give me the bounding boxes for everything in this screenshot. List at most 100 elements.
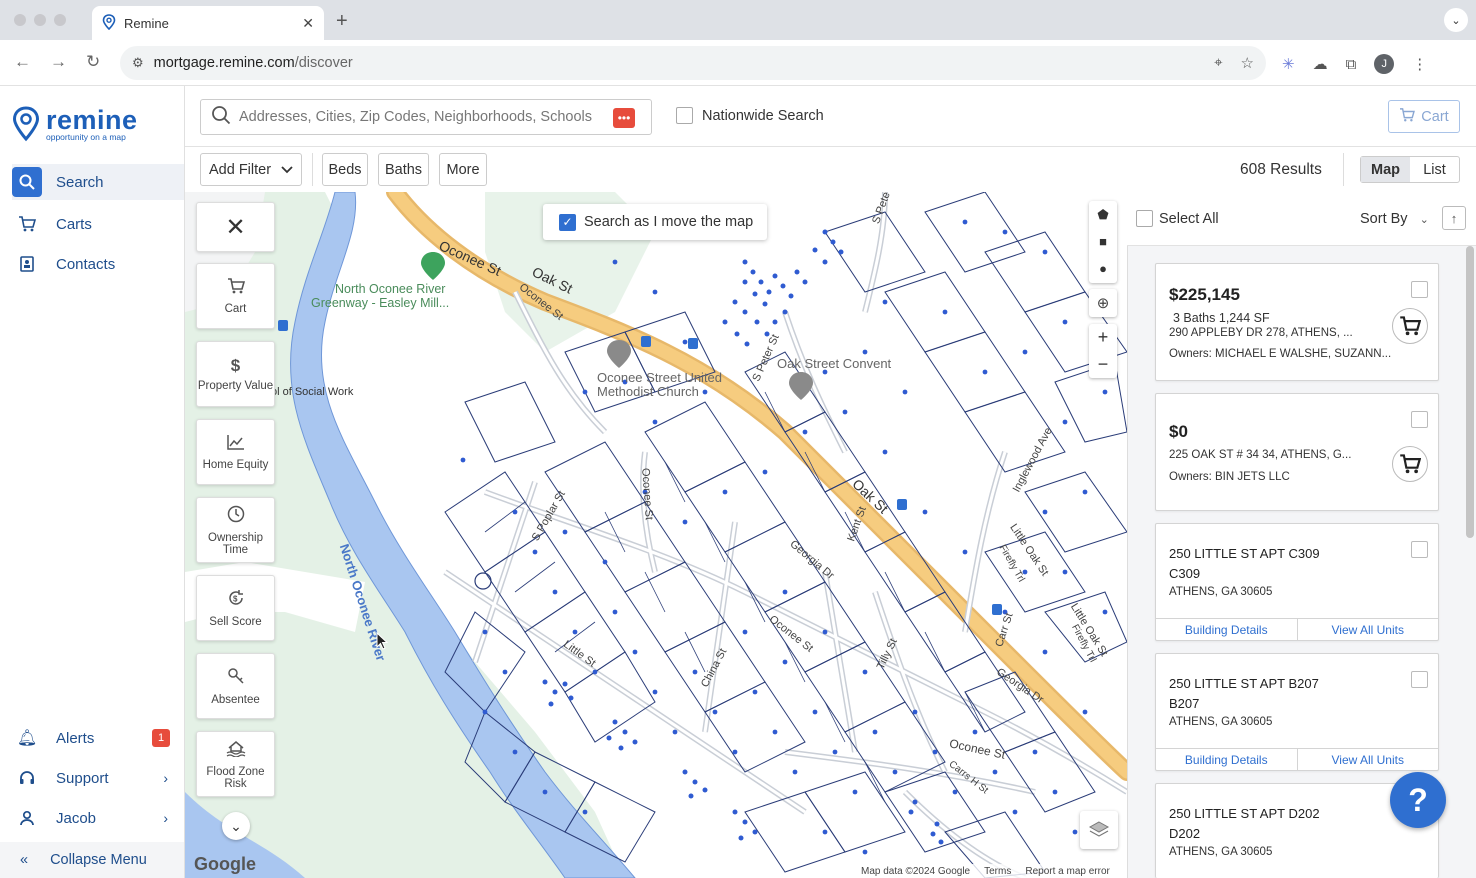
sidebar-item-support[interactable]: Support › — [12, 760, 184, 796]
window-minimize-dot[interactable] — [34, 14, 46, 26]
add-to-cart-button[interactable] — [1392, 446, 1428, 482]
select-all-toggle[interactable]: Select All — [1136, 210, 1219, 227]
report-error-link[interactable]: Report a map error — [1025, 866, 1109, 877]
property-address: 250 LITTLE ST APT C309 — [1169, 546, 1320, 561]
sort-by-dropdown[interactable]: Sort By ⌄ — [1360, 211, 1429, 227]
property-card[interactable]: 250 LITTLE ST APT C309 C309 ATHENS, GA 3… — [1155, 523, 1439, 641]
back-icon[interactable]: ← — [14, 52, 31, 72]
locate-me-icon[interactable]: ⊕ — [1089, 289, 1117, 317]
mouse-cursor-icon — [376, 632, 389, 650]
nationwide-search-toggle[interactable]: Nationwide Search — [676, 107, 824, 124]
tool-flood-zone-risk[interactable]: Flood Zone Risk — [196, 731, 275, 797]
draw-polygon-icon[interactable]: ⬟ — [1089, 201, 1117, 228]
sidebar-item-carts[interactable]: Carts — [12, 206, 184, 242]
sidebar-item-search[interactable]: Search — [12, 164, 184, 200]
help-button[interactable]: ? — [1390, 772, 1446, 828]
building-details-link[interactable]: Building Details — [1156, 749, 1297, 770]
remine-logo[interactable]: remine opportunity on a map — [12, 106, 138, 142]
cart-icon — [1400, 454, 1421, 474]
map-attribution: Map data ©2024 Google Terms Report a map… — [855, 864, 1116, 878]
tool-cart[interactable]: Cart — [196, 263, 275, 329]
property-price: $0 — [1169, 422, 1188, 441]
property-checkbox[interactable] — [1411, 411, 1428, 428]
cart-button[interactable]: Cart — [1388, 100, 1460, 133]
add-filter-label: Add Filter — [209, 161, 272, 178]
results-scrollbar[interactable] — [1466, 246, 1474, 538]
baths-filter-button[interactable]: Baths — [378, 153, 429, 186]
sidebar-item-contacts[interactable]: Contacts — [12, 246, 184, 282]
property-checkbox[interactable] — [1411, 671, 1428, 688]
draw-tools: ⬟ ■ ● — [1089, 201, 1117, 283]
sidebar-item-user[interactable]: Jacob › — [12, 800, 184, 836]
add-to-cart-button[interactable] — [1392, 308, 1428, 344]
nationwide-checkbox[interactable] — [676, 107, 693, 124]
map-view-button[interactable]: Map — [1361, 157, 1410, 182]
draw-rectangle-icon[interactable]: ■ — [1089, 228, 1117, 255]
cart-icon — [1399, 107, 1416, 126]
chrome-menu-icon[interactable]: ⋮ — [1412, 55, 1427, 73]
tool-absentee[interactable]: Absentee — [196, 653, 275, 719]
property-card[interactable]: $0 225 OAK ST # 34 34, ATHENS, G... Owne… — [1155, 393, 1439, 511]
more-filter-button[interactable]: More — [439, 153, 487, 186]
search-as-move-toggle[interactable]: ✓ Search as I move the map — [543, 204, 767, 240]
collapse-menu-button[interactable]: « Collapse Menu — [0, 842, 184, 878]
property-unit: C309 — [1169, 566, 1201, 581]
sidebar-item-label: Contacts — [56, 255, 116, 273]
site-info-icon[interactable]: ⚙ — [132, 55, 144, 71]
reload-icon[interactable]: ↻ — [86, 52, 100, 72]
property-checkbox[interactable] — [1411, 541, 1428, 558]
building-details-link[interactable]: Building Details — [1156, 619, 1297, 640]
search-input[interactable] — [239, 109, 609, 125]
add-filter-dropdown[interactable]: Add Filter — [200, 153, 302, 186]
forward-icon[interactable]: → — [50, 52, 67, 72]
property-owners: Owners: MICHAEL E WALSHE, SUZANN... — [1169, 348, 1392, 360]
location-icon[interactable]: ⌖ — [1214, 54, 1222, 72]
zoom-in-button[interactable]: + — [1089, 324, 1117, 351]
draw-circle-icon[interactable]: ● — [1089, 255, 1117, 282]
select-all-checkbox[interactable] — [1136, 210, 1153, 227]
extension-agent-icon[interactable]: ☁ — [1313, 55, 1328, 73]
tool-sell-score[interactable]: $ Sell Score — [196, 575, 275, 641]
property-address: 250 LITTLE ST APT D202 — [1169, 806, 1320, 821]
sort-direction-button[interactable]: ↑ — [1442, 206, 1466, 230]
more-dots-icon[interactable]: ••• — [613, 108, 635, 128]
window-zoom-dot[interactable] — [54, 14, 66, 26]
logo-pin-icon — [12, 106, 40, 142]
tool-home-equity[interactable]: Home Equity — [196, 419, 275, 485]
tool-ownership-time[interactable]: Ownership Time — [196, 497, 275, 563]
window-close-dot[interactable] — [14, 14, 26, 26]
bookmark-star-icon[interactable]: ☆ — [1241, 54, 1254, 72]
property-unit: D202 — [1169, 826, 1201, 841]
flood-icon — [226, 739, 246, 761]
new-tab-icon[interactable]: + — [336, 10, 348, 33]
property-card[interactable]: $225,145 3 Baths 1,244 SF 290 APPLEBY DR… — [1155, 263, 1439, 381]
sidebar-item-alerts[interactable]: 🔔︎ Alerts 1 — [12, 720, 184, 756]
extensions-puzzle-icon[interactable]: ⧉ — [1346, 56, 1357, 73]
poi-label: ol of Social Work — [271, 386, 354, 398]
close-tools-button[interactable]: ✕ — [196, 202, 275, 252]
zoom-controls: + − — [1089, 324, 1117, 378]
tool-property-value[interactable]: $ Property Value — [196, 341, 275, 407]
profile-avatar[interactable]: J — [1374, 54, 1395, 74]
beds-filter-button[interactable]: Beds — [322, 153, 368, 186]
tools-expand-button[interactable]: ⌄ — [222, 812, 250, 840]
view-all-units-link[interactable]: View All Units — [1296, 749, 1439, 770]
search-as-move-checkbox[interactable]: ✓ — [559, 213, 576, 231]
cart-icon — [12, 209, 42, 239]
list-view-button[interactable]: List — [1410, 157, 1459, 182]
collapse-menu-label: Collapse Menu — [50, 852, 147, 868]
tab-close-icon[interactable]: ✕ — [302, 15, 314, 32]
map-canvas[interactable]: Oconee St Oak St Oak St Oconee St North … — [185, 192, 1127, 878]
browser-tab[interactable]: Remine ✕ — [92, 6, 324, 40]
address-bar[interactable]: ⚙ mortgage.remine.com/discover ⌖ ☆ — [120, 46, 1266, 80]
layers-icon[interactable] — [1080, 811, 1118, 849]
property-checkbox[interactable] — [1411, 281, 1428, 298]
extension-snowflake-icon[interactable]: ✳ — [1282, 55, 1295, 73]
zoom-out-button[interactable]: − — [1089, 351, 1117, 378]
tab-search-icon[interactable]: ⌄ — [1444, 8, 1468, 32]
view-all-units-link[interactable]: View All Units — [1296, 619, 1439, 640]
alerts-count-badge: 1 — [152, 729, 170, 747]
terms-link[interactable]: Terms — [984, 866, 1011, 877]
property-card[interactable]: 250 LITTLE ST APT B207 B207 ATHENS, GA 3… — [1155, 653, 1439, 771]
park-label: North Oconee River — [335, 282, 446, 296]
